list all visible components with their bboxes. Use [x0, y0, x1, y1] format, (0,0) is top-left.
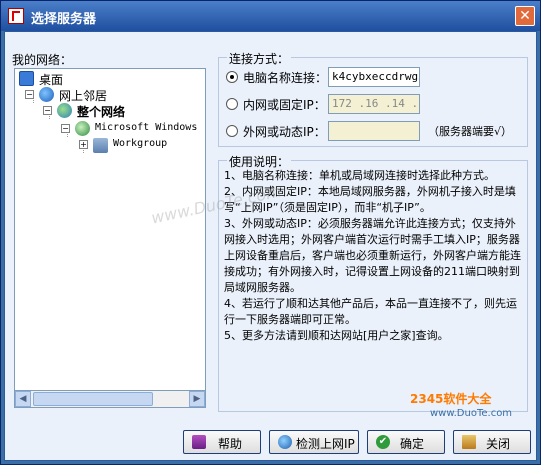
- help-book-icon: [192, 435, 206, 449]
- exit-door-icon: [462, 435, 476, 449]
- connection-group-title: 连接方式：: [227, 50, 292, 67]
- windows-network-icon: [75, 121, 90, 136]
- computer-name-label: 电脑名称连接：: [243, 71, 328, 85]
- ok-button[interactable]: ✔ 确定: [367, 430, 445, 454]
- usage-line-5: 5、更多方法请到顺和达网站[用户之家]查询。: [224, 329, 449, 342]
- window-title: 选择服务器: [31, 12, 97, 27]
- tree-node-label: 网上邻居: [59, 89, 108, 103]
- computer-name-input[interactable]: k4cybxeccdrwg5h: [328, 67, 420, 87]
- workgroup-icon: [93, 138, 108, 153]
- server-required-note: （服务器端要√）: [428, 125, 513, 138]
- radio-wan-ip[interactable]: [226, 125, 238, 137]
- close-button[interactable]: 关闭: [453, 430, 531, 454]
- lan-ip-label: 内网或固定IP：: [243, 98, 326, 112]
- close-button-label: 关闭: [486, 437, 511, 451]
- desktop-icon: [19, 71, 34, 86]
- scroll-left-button[interactable]: ◀: [15, 391, 31, 407]
- tree-node-label: Workgroup: [113, 138, 168, 149]
- detect-ip-button[interactable]: 检测上网IP: [269, 430, 359, 454]
- scroll-right-button[interactable]: ▶: [189, 391, 205, 407]
- wan-ip-label: 外网或动态IP：: [243, 125, 326, 139]
- help-button[interactable]: 帮助: [183, 430, 261, 454]
- usage-line-4: 4、若运行了顺和达其他产品后，本品一直连接不了，则先运行一下服务器端即可正常。: [224, 297, 517, 326]
- radio-lan-ip[interactable]: [226, 98, 238, 110]
- radio-computer-name[interactable]: [226, 71, 238, 83]
- lan-ip-input[interactable]: 172 .16 .14 .21: [328, 94, 420, 114]
- wan-ip-input[interactable]: [328, 121, 420, 141]
- help-button-label: 帮助: [218, 437, 243, 451]
- detect-ip-button-label: 检测上网IP: [296, 437, 355, 451]
- app-logo-icon: [8, 8, 24, 24]
- tree-node-label: 整个网络: [77, 105, 126, 119]
- collapse-toggle[interactable]: −: [61, 124, 70, 133]
- expand-toggle[interactable]: +: [79, 140, 88, 149]
- ok-button-label: 确定: [400, 437, 425, 451]
- tree-horizontal-scrollbar[interactable]: ◀ ▶: [14, 390, 206, 408]
- network-panel-label: 我的网络：: [12, 53, 73, 67]
- collapse-toggle[interactable]: −: [25, 90, 34, 99]
- watermark-site-2: www.DuoTe.com: [430, 408, 513, 419]
- usage-line-1: 1、电脑名称连接：单机或局域网连接时选择此种方式。: [224, 169, 495, 182]
- tree-node-label: Microsoft Windows: [95, 122, 198, 133]
- entire-network-icon: [57, 103, 72, 118]
- watermark-brand: 2345软件大全: [410, 392, 492, 406]
- scroll-thumb[interactable]: [33, 392, 153, 406]
- checkmark-icon: ✔: [376, 435, 390, 449]
- network-neighborhood-icon: [39, 87, 54, 102]
- tree-node-label: 桌面: [39, 73, 64, 87]
- close-window-button[interactable]: ✕: [515, 6, 535, 26]
- title-bar[interactable]: 选择服务器 ✕: [1, 1, 540, 31]
- usage-line-3: 3、外网或动态IP：必须服务器端允许此连接方式；仅支持外网接入时选用；外网客户端…: [224, 217, 521, 294]
- network-tree[interactable]: 桌面 − 网上邻居 − 整个网络 − Microsoft Windows + W…: [14, 68, 206, 408]
- collapse-toggle[interactable]: −: [43, 106, 52, 115]
- globe-icon: [278, 435, 292, 449]
